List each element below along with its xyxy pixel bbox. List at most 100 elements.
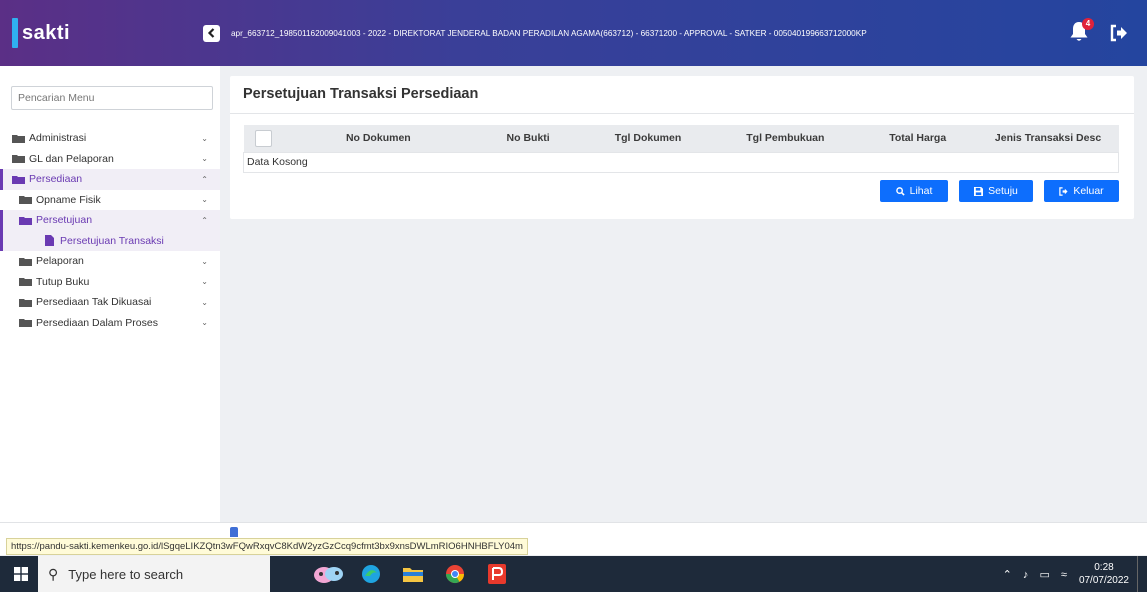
transactions-table: No Dokumen No Bukti Tgl Dokumen Tgl Pemb… bbox=[243, 125, 1119, 173]
folder-icon bbox=[12, 155, 25, 164]
taskbar-apps bbox=[308, 556, 518, 592]
chevron-down-icon: ⌄ bbox=[201, 195, 208, 205]
chevron-down-icon: ⌄ bbox=[201, 256, 208, 266]
lihat-button[interactable]: Lihat bbox=[880, 180, 948, 202]
status-bar-url: https://pandu-sakti.kemenkeu.go.id/lSgqe… bbox=[6, 538, 528, 555]
sidebar-item-tutup-buku[interactable]: Tutup Buku ⌄ bbox=[0, 272, 220, 293]
chevron-left-icon bbox=[207, 28, 215, 38]
taskbar-search-box[interactable]: ⚲ Type here to search bbox=[38, 556, 270, 592]
setuju-button[interactable]: Setuju bbox=[959, 180, 1033, 202]
folder-icon bbox=[12, 134, 25, 143]
empty-state-text: Data Kosong bbox=[243, 151, 1119, 173]
folder-open-icon bbox=[12, 175, 25, 184]
top-header: sakti apr_663712_198501162009041003 - 20… bbox=[0, 0, 1147, 66]
column-header[interactable]: No Bukti bbox=[473, 125, 583, 152]
taskbar-search-placeholder: Type here to search bbox=[68, 566, 184, 582]
brand-logo[interactable]: sakti bbox=[0, 0, 210, 66]
footer-logo-icon bbox=[230, 527, 238, 537]
edge-browser-icon bbox=[362, 565, 380, 583]
column-header[interactable]: Tgl Dokumen bbox=[583, 125, 713, 152]
divider bbox=[230, 113, 1134, 114]
widgets-icon bbox=[314, 567, 343, 583]
sidebar-item-administrasi[interactable]: Administrasi ⌄ bbox=[0, 128, 220, 149]
chevron-down-icon: ⌄ bbox=[201, 277, 208, 287]
chevron-down-icon: ⌄ bbox=[201, 318, 208, 328]
brand-mark-icon bbox=[12, 18, 18, 48]
taskbar-app-widgets[interactable] bbox=[308, 556, 350, 592]
column-header[interactable]: Tgl Pembukuan bbox=[713, 125, 858, 152]
select-all-cell bbox=[244, 125, 284, 152]
page-title: Persetujuan Transaksi Persediaan bbox=[243, 86, 479, 102]
select-all-checkbox[interactable] bbox=[254, 129, 272, 147]
sidebar-item-persediaan-tak-dikuasai[interactable]: Persediaan Tak Dikuasai ⌄ bbox=[0, 292, 220, 313]
keluar-button[interactable]: Keluar bbox=[1044, 180, 1119, 202]
tray-icons[interactable]: ⌃ ♪ ▭ ≈ bbox=[1003, 568, 1071, 581]
chevron-down-icon: ⌄ bbox=[201, 133, 208, 143]
menu-search-input[interactable] bbox=[11, 86, 213, 110]
taskbar-app-edge[interactable] bbox=[350, 556, 392, 592]
clock-time: 0:28 bbox=[1094, 562, 1114, 573]
notification-badge: 4 bbox=[1082, 18, 1094, 30]
chevron-up-icon: ⌃ bbox=[201, 174, 208, 184]
sidebar-item-persetujuan[interactable]: Persetujuan ⌃ bbox=[0, 210, 220, 231]
chevron-down-icon: ⌄ bbox=[201, 154, 208, 164]
sidebar: Administrasi ⌄ GL dan Pelaporan ⌄ Persed… bbox=[0, 66, 220, 536]
folder-icon bbox=[19, 298, 32, 307]
folder-icon bbox=[403, 568, 423, 582]
action-buttons: Lihat Setuju Keluar bbox=[869, 180, 1119, 202]
sidebar-item-persediaan-dalam-proses[interactable]: Persediaan Dalam Proses ⌄ bbox=[0, 313, 220, 334]
sidebar-item-label: GL dan Pelaporan bbox=[29, 152, 114, 165]
sidebar-item-label: Persediaan bbox=[29, 173, 83, 186]
taskbar-app-pdf-reader[interactable] bbox=[476, 556, 518, 592]
folder-icon bbox=[19, 278, 32, 287]
clock[interactable]: 0:28 07/07/2022 bbox=[1079, 561, 1129, 587]
file-icon bbox=[45, 235, 54, 247]
sidebar-item-label: Persediaan Dalam Proses bbox=[36, 316, 158, 329]
column-header[interactable]: Total Harga bbox=[858, 125, 978, 152]
chrome-icon bbox=[446, 565, 464, 584]
search-icon bbox=[895, 186, 905, 196]
folder-open-icon bbox=[19, 216, 32, 225]
chevron-down-icon: ⌄ bbox=[201, 297, 208, 307]
column-header[interactable]: Jenis Transaksi Desc bbox=[978, 125, 1119, 152]
brand-name: sakti bbox=[22, 21, 71, 44]
windows-taskbar: ⚲ Type here to search ⌃ ♪ ▭ ≈ 0:28 07/07… bbox=[0, 556, 1147, 592]
sidebar-item-label: Opname Fisik bbox=[36, 193, 101, 206]
sidebar-item-label: Persetujuan Transaksi bbox=[60, 234, 164, 247]
button-label: Setuju bbox=[988, 185, 1018, 197]
notification-button[interactable]: 4 bbox=[1069, 18, 1094, 45]
main-panel: Persetujuan Transaksi Persediaan No Doku… bbox=[230, 76, 1134, 219]
system-tray: ⌃ ♪ ▭ ≈ 0:28 07/07/2022 bbox=[1003, 556, 1141, 592]
sidebar-item-label: Pelaporan bbox=[36, 255, 84, 268]
taskbar-app-chrome[interactable] bbox=[434, 556, 476, 592]
show-desktop-button[interactable] bbox=[1137, 556, 1141, 592]
user-context-info: apr_663712_198501162009041003 - 2022 - D… bbox=[231, 28, 867, 38]
start-button[interactable] bbox=[6, 556, 36, 592]
sign-out-icon bbox=[1059, 186, 1068, 196]
sidebar-item-gl-dan-pelaporan[interactable]: GL dan Pelaporan ⌄ bbox=[0, 149, 220, 170]
search-icon: ⚲ bbox=[48, 565, 59, 582]
clock-date: 07/07/2022 bbox=[1078, 575, 1129, 586]
sidebar-item-pelaporan[interactable]: Pelaporan ⌄ bbox=[0, 251, 220, 272]
pdf-reader-icon bbox=[488, 564, 506, 584]
folder-icon bbox=[19, 257, 32, 266]
windows-logo-icon bbox=[14, 567, 28, 581]
column-header[interactable]: No Dokumen bbox=[283, 125, 473, 152]
button-label: Lihat bbox=[909, 185, 933, 197]
sidebar-item-label: Administrasi bbox=[29, 132, 87, 145]
sidebar-item-label: Tutup Buku bbox=[36, 275, 90, 288]
table-row: Data Kosong bbox=[243, 151, 1119, 173]
sidebar-menu: Administrasi ⌄ GL dan Pelaporan ⌄ Persed… bbox=[0, 128, 220, 333]
taskbar-app-file-explorer[interactable] bbox=[392, 556, 434, 592]
save-icon bbox=[974, 186, 984, 196]
logout-button[interactable] bbox=[1109, 23, 1129, 43]
sidebar-item-label: Persetujuan bbox=[36, 214, 93, 227]
button-label: Keluar bbox=[1073, 185, 1104, 197]
table-header-row: No Dokumen No Bukti Tgl Dokumen Tgl Pemb… bbox=[243, 125, 1119, 152]
sidebar-item-opname-fisik[interactable]: Opname Fisik ⌄ bbox=[0, 190, 220, 211]
chevron-up-icon: ⌃ bbox=[201, 215, 208, 225]
sidebar-item-persetujuan-transaksi[interactable]: Persetujuan Transaksi bbox=[0, 230, 220, 251]
sidebar-item-persediaan[interactable]: Persediaan ⌃ bbox=[0, 169, 220, 190]
sidebar-toggle-button[interactable] bbox=[203, 24, 220, 42]
folder-icon bbox=[19, 319, 32, 328]
